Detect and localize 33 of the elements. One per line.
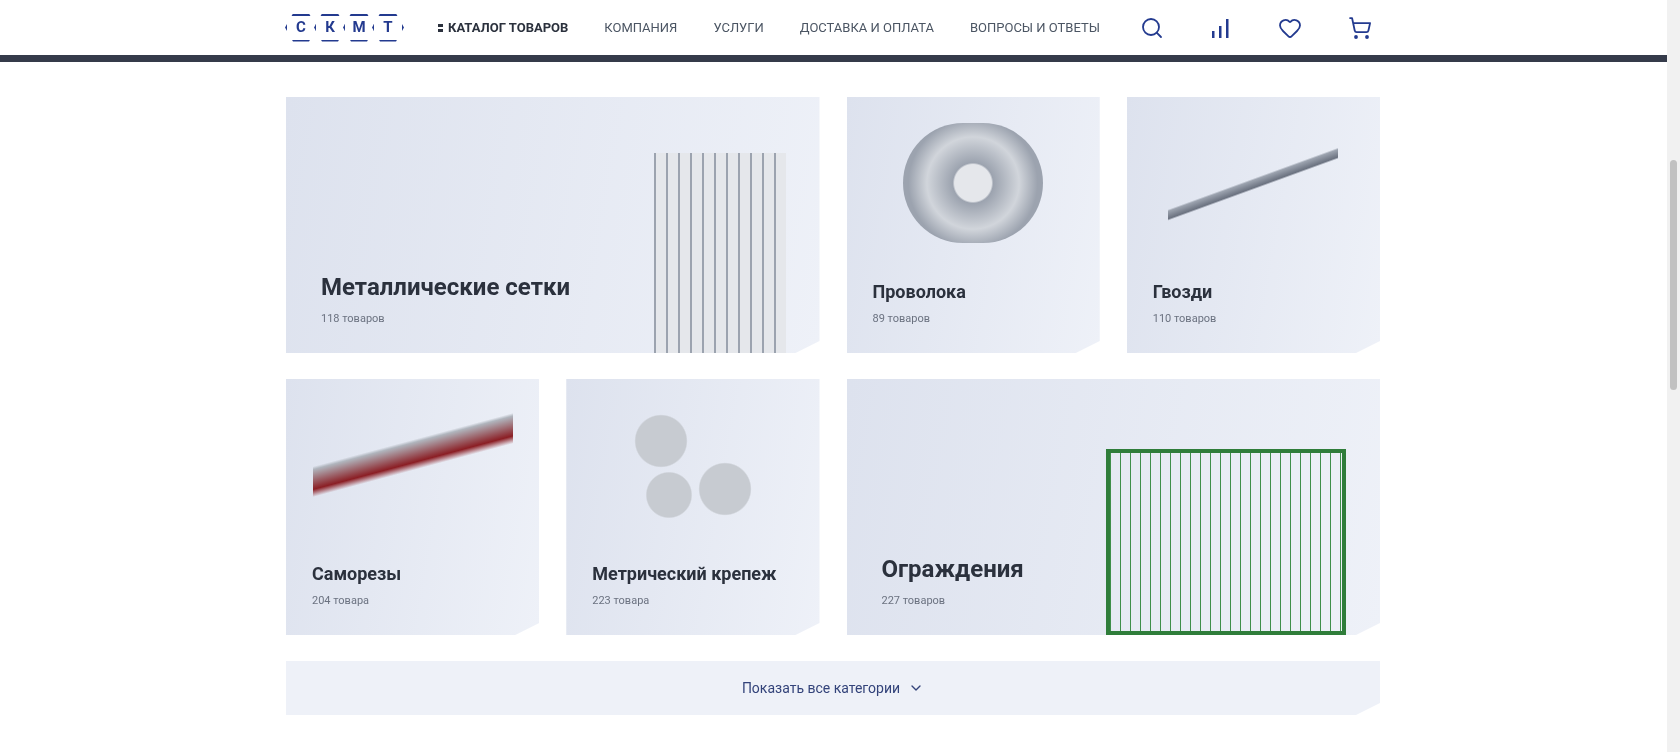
logo[interactable]: С К М Т — [285, 13, 404, 42]
product-count: 204 товара — [312, 592, 371, 609]
logo-letter: Т — [372, 13, 404, 42]
nav-link[interactable]: КАТАЛОГ ТОВАРОВ — [438, 17, 569, 38]
category-card[interactable]: Метрический крепеж 223 товара — [566, 379, 820, 635]
nav-link[interactable]: ДОСТАВКА И ОПЛАТА — [799, 17, 934, 38]
bar-chart-icon[interactable] — [1210, 16, 1232, 39]
product-count: 89 товаров — [872, 310, 931, 327]
category-title: Метрический крепеж — [592, 561, 777, 586]
grid-icon — [438, 23, 440, 32]
product-count: 110 товаров — [1152, 310, 1217, 327]
category-title: Металлические сетки — [321, 271, 571, 303]
category-card[interactable]: Металлические сетки 118 товаров — [286, 97, 820, 353]
category-title: Ограждения — [881, 553, 1024, 585]
nav-link[interactable]: КОМПАНИЯ — [604, 17, 678, 38]
show-all-categories-button[interactable]: Показать все категории — [286, 661, 1380, 715]
category-title: Проволока — [872, 279, 966, 304]
product-count: 227 товаров — [881, 592, 947, 609]
logo-letter: К — [314, 13, 346, 42]
product-count: 118 товаров — [321, 310, 386, 327]
nav-link[interactable]: ВОПРОСЫ И ОТВЕТЫ — [969, 17, 1100, 38]
logo-letter: С — [285, 13, 317, 42]
nav-link[interactable]: УСЛУГИ — [713, 17, 764, 38]
logo-letter: М — [343, 13, 375, 42]
category-card[interactable]: Ограждения 227 товаров — [846, 379, 1380, 635]
search-icon[interactable] — [1140, 15, 1164, 40]
category-title: Гвозди — [1152, 279, 1214, 304]
category-card[interactable]: Гвозди 110 товаров — [1126, 97, 1380, 353]
category-card[interactable]: Саморезы 204 товара — [286, 379, 540, 635]
category-card[interactable]: Проволока 89 товаров — [846, 97, 1100, 353]
cart-icon[interactable] — [1348, 15, 1372, 40]
category-title: Саморезы — [312, 561, 402, 586]
product-count: 223 товара — [592, 592, 651, 609]
